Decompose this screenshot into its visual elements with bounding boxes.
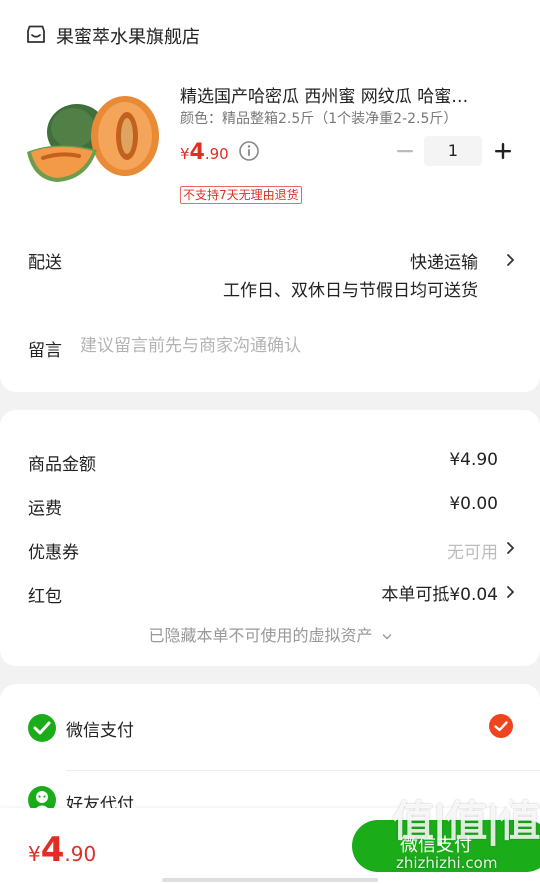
wechat-pay-label[interactable]: 微信支付 [66,716,134,741]
redpacket-value[interactable]: 本单可抵¥0.04 [381,580,498,605]
total-integer: 4 [40,830,65,870]
store-name[interactable]: 果蜜萃水果旗舰店 [56,23,200,49]
hidden-assets-toggle[interactable]: 已隐藏本单不可使用的虚拟资产 [0,622,540,646]
goods-amount-label: 商品金额 [28,455,96,475]
wechat-pay-icon [28,714,56,742]
product-title[interactable]: 精选国产哈密瓜 西州蜜 网纹瓜 哈蜜… [180,82,520,107]
no-return-tag: 不支持7天无理由退货 [180,186,302,204]
info-icon[interactable] [238,140,260,162]
check-selected-icon[interactable] [489,714,513,738]
message-input[interactable] [80,332,500,360]
total-symbol: ¥ [28,842,41,866]
quantity-field[interactable]: 1 [424,136,482,166]
shipping-label: 配送 [28,253,62,273]
product-spec[interactable]: 颜色：精品整箱2.5斤（1个装净重2-2.5斤） [180,108,457,128]
coupon-value[interactable]: 无可用 [447,538,498,563]
price-summary-card: 商品金额 ¥4.90 运费 ¥0.00 优惠券 无可用 红包 本单可抵¥0.04… [0,410,540,666]
total-price: ¥4.90 [28,830,96,870]
chevron-right-icon[interactable] [505,253,515,267]
order-card: 果蜜萃水果旗舰店 精选国产哈密瓜 西州蜜 网纹瓜 哈蜜… 颜色：精品整箱2.5斤… [0,0,540,392]
product-image[interactable] [27,90,163,186]
price-integer: 4 [189,140,205,165]
home-indicator [162,878,378,882]
chevron-right-icon[interactable] [505,585,515,599]
freight-label: 运费 [28,499,62,519]
shipping-value[interactable]: 快递运输 [410,248,478,273]
chevron-down-icon [382,633,391,639]
divider [66,770,540,771]
shipping-note: 工作日、双休日与节假日均可送货 [223,281,478,301]
freight-value: ¥0.00 [449,494,498,514]
product-price: ¥4.90 [180,140,229,165]
redpacket-label: 红包 [28,587,62,607]
pay-button[interactable]: 微信支付 [352,820,540,872]
message-label: 留言 [28,341,62,361]
hidden-assets-text: 已隐藏本单不可使用的虚拟资产 [148,626,373,645]
plus-icon[interactable] [492,140,514,162]
minus-icon[interactable] [394,140,416,162]
bottom-checkout-bar: ¥4.90 微信支付 [0,808,540,884]
price-symbol: ¥ [180,145,190,163]
chevron-right-icon[interactable] [505,541,515,555]
total-decimal: .90 [64,842,97,866]
coupon-label: 优惠券 [28,543,79,563]
price-decimal: .90 [204,145,229,163]
store-icon [27,25,45,43]
goods-amount-value: ¥4.90 [449,450,498,470]
